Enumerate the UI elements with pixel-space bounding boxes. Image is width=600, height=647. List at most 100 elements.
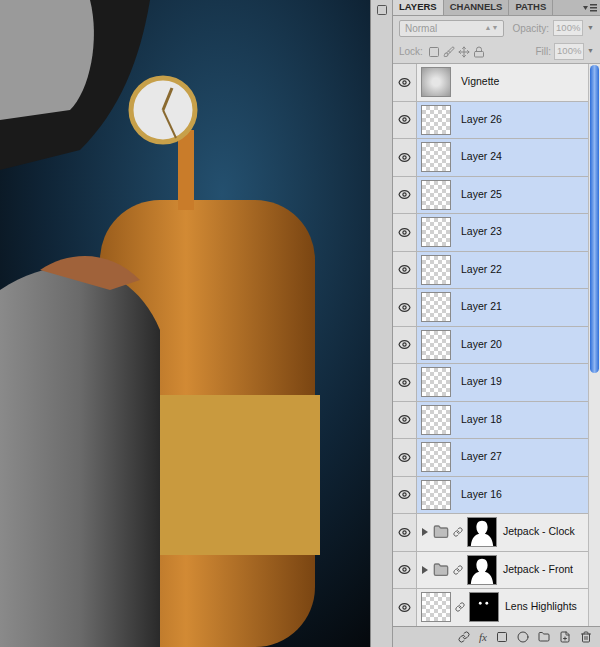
visibility-toggle[interactable] xyxy=(393,177,417,214)
layer-style-button[interactable]: fx xyxy=(479,629,487,646)
layer-thumbnail xyxy=(421,367,451,397)
layer-thumbnail xyxy=(421,255,451,285)
panel-toolbar: fx xyxy=(393,626,600,647)
link-layers-icon[interactable] xyxy=(458,631,470,643)
panel-menu-icon[interactable] xyxy=(583,3,597,13)
layer-thumbnail xyxy=(421,142,451,172)
layer-thumbnail xyxy=(421,330,451,360)
visibility-toggle[interactable] xyxy=(393,289,417,326)
layer-thumbnail xyxy=(421,292,451,322)
scrollbar[interactable] xyxy=(588,64,600,626)
layer-name[interactable]: Vignette xyxy=(455,74,499,90)
layer-name[interactable]: Jetpack - Clock xyxy=(501,524,575,540)
layer-name[interactable]: Layer 16 xyxy=(455,487,502,503)
eye-icon xyxy=(398,601,411,614)
photoshop-window: LAYERSCHANNELSPATHSNormal▲▼Opacity:100%▼… xyxy=(0,0,600,647)
eye-icon xyxy=(398,376,411,389)
layers-list: Vignette Layer 26 Layer 24 Layer 25 Layer 23… xyxy=(393,64,600,626)
add-mask-icon[interactable] xyxy=(496,631,508,643)
visibility-toggle[interactable] xyxy=(393,214,417,251)
eye-icon xyxy=(398,226,411,239)
scrollbar-thumb[interactable] xyxy=(590,65,599,373)
visibility-toggle[interactable] xyxy=(393,402,417,439)
layer-name[interactable]: Layer 26 xyxy=(455,112,502,128)
layer-row[interactable]: Layer 18 xyxy=(393,402,588,440)
mask-link-icon xyxy=(455,602,465,612)
expand-triangle-icon[interactable] xyxy=(421,566,429,574)
new-group-icon[interactable] xyxy=(538,631,550,643)
layer-row[interactable]: Layer 22 xyxy=(393,252,588,290)
delete-layer-icon[interactable] xyxy=(580,631,592,643)
visibility-toggle[interactable] xyxy=(393,552,417,589)
layer-name[interactable]: Layer 20 xyxy=(455,337,502,353)
document-canvas[interactable] xyxy=(0,0,370,647)
layer-thumbnail xyxy=(421,442,451,472)
layer-name[interactable]: Layer 21 xyxy=(455,299,502,315)
layer-row[interactable]: Jetpack - Front xyxy=(393,552,588,590)
visibility-toggle[interactable] xyxy=(393,514,417,551)
panel-tab[interactable]: CHANNELS xyxy=(444,0,510,15)
lock-row: Lock:Fill:100%▼ xyxy=(393,40,600,64)
layer-thumbnail xyxy=(421,480,451,510)
layer-name[interactable]: Layer 23 xyxy=(455,224,502,240)
lock-all-icon[interactable] xyxy=(473,46,485,58)
visibility-toggle[interactable] xyxy=(393,364,417,401)
new-layer-icon[interactable] xyxy=(559,631,571,643)
blend-row: Normal▲▼Opacity:100%▼ xyxy=(393,16,600,40)
layer-mask-icon xyxy=(469,592,499,622)
layer-row[interactable]: Layer 16 xyxy=(393,477,588,515)
visibility-toggle[interactable] xyxy=(393,589,417,626)
expand-triangle-icon[interactable] xyxy=(421,528,429,536)
layer-row[interactable]: Layer 23 xyxy=(393,214,588,252)
layer-name[interactable]: Jetpack - Front xyxy=(501,562,573,578)
layer-name[interactable]: Layer 27 xyxy=(455,449,502,465)
layer-thumbnail xyxy=(421,592,451,622)
visibility-toggle[interactable] xyxy=(393,139,417,176)
layer-row[interactable]: Layer 19 xyxy=(393,364,588,402)
mask-link-icon xyxy=(453,565,463,575)
layer-name[interactable]: Layer 24 xyxy=(455,149,502,165)
layer-row[interactable]: Vignette xyxy=(393,64,588,102)
layer-mask-icon xyxy=(467,517,497,547)
visibility-toggle[interactable] xyxy=(393,64,417,101)
layer-name[interactable]: Layer 22 xyxy=(455,262,502,278)
eye-icon xyxy=(398,451,411,464)
layer-row[interactable]: Lens Highlights xyxy=(393,589,588,626)
panel-dock-icon[interactable] xyxy=(376,4,388,16)
layer-name[interactable]: Lens Highlights xyxy=(503,599,577,615)
lock-pixels-icon[interactable] xyxy=(443,46,455,58)
lock-position-icon[interactable] xyxy=(458,46,470,58)
layer-name[interactable]: Layer 19 xyxy=(455,374,502,390)
panel-tab[interactable]: LAYERS xyxy=(393,0,444,15)
lock-transparency-icon[interactable] xyxy=(428,46,440,58)
eye-icon xyxy=(398,413,411,426)
layer-row[interactable]: Layer 27 xyxy=(393,439,588,477)
blend-mode-select[interactable]: Normal▲▼ xyxy=(399,20,504,37)
visibility-toggle[interactable] xyxy=(393,477,417,514)
visibility-toggle[interactable] xyxy=(393,252,417,289)
panel-tab[interactable]: PATHS xyxy=(509,0,553,15)
layer-row[interactable]: Layer 24 xyxy=(393,139,588,177)
eye-icon xyxy=(398,113,411,126)
eye-icon xyxy=(398,188,411,201)
visibility-toggle[interactable] xyxy=(393,439,417,476)
opacity-field[interactable]: 100% xyxy=(553,20,583,36)
layer-row[interactable]: Layer 25 xyxy=(393,177,588,215)
eye-icon xyxy=(398,263,411,276)
layer-name[interactable]: Layer 25 xyxy=(455,187,502,203)
eye-icon xyxy=(398,76,411,89)
layer-thumbnail xyxy=(421,217,451,247)
layer-thumbnail xyxy=(421,67,451,97)
adjustment-layer-icon[interactable] xyxy=(517,631,529,643)
layer-row[interactable]: Layer 20 xyxy=(393,327,588,365)
visibility-toggle[interactable] xyxy=(393,327,417,364)
layer-row[interactable]: Layer 26 xyxy=(393,102,588,140)
eye-icon xyxy=(398,338,411,351)
eye-icon xyxy=(398,526,411,539)
layer-row[interactable]: Jetpack - Clock xyxy=(393,514,588,552)
layer-name[interactable]: Layer 18 xyxy=(455,412,502,428)
visibility-toggle[interactable] xyxy=(393,102,417,139)
fill-field[interactable]: 100% xyxy=(554,43,584,59)
layers-panel: LAYERSCHANNELSPATHSNormal▲▼Opacity:100%▼… xyxy=(392,0,600,647)
layer-row[interactable]: Layer 21 xyxy=(393,289,588,327)
